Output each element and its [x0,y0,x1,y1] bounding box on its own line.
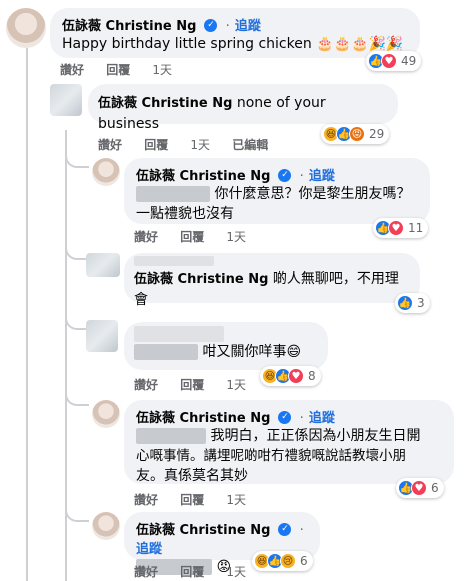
author-name[interactable]: 伍詠薇 Christine Ng [136,523,270,538]
reply-button[interactable]: 回覆 [180,565,204,579]
comment-actions: 讚好 回覆 1天 [134,376,264,393]
avatar[interactable] [50,84,82,116]
thread-connector [65,386,89,406]
avatar[interactable] [92,400,120,428]
comment-actions: 讚好 回覆 1天 [134,491,264,508]
reply-button[interactable]: 回覆 [144,138,168,152]
follow-button[interactable]: 追蹤 [136,542,162,557]
redacted-username [134,256,214,266]
reply-button[interactable]: 回覆 [106,63,130,77]
comment-actions: 讚好 回覆 1天 [60,61,190,78]
timestamp[interactable]: 1天 [226,565,246,579]
heart-icon: ♥ [411,480,427,496]
reaction-count: 29 [369,127,385,141]
comment-bubble: 伍詠薇 Christine Ng ✓ · 追蹤 Happy birthday l… [50,8,420,58]
reaction-count: 8 [308,369,316,383]
like-button[interactable]: 讚好 [134,565,158,579]
verified-badge-icon: ✓ [278,523,292,536]
verified-badge-icon: ✓ [204,19,218,32]
verified-badge-icon: ✓ [278,169,292,182]
follow-button[interactable]: 追蹤 [235,19,261,34]
comment-bubble: 伍詠薇 Christine Ng ✓ · 追蹤 你什麼意思？你是黎生朋友嗎？ 一… [124,158,430,224]
edited-label: 已編輯 [232,138,269,152]
reaction-summary[interactable]: 😆 👍 😡 29 [321,124,390,144]
follow-button[interactable]: 追蹤 [309,411,335,426]
follow-button[interactable]: 追蹤 [309,169,335,184]
author-name[interactable]: 伍詠薇 Christine Ng [134,272,268,287]
redacted-mention [136,428,206,444]
author-name[interactable]: 伍詠薇 Christine Ng [98,96,232,111]
thread-connector [65,502,89,522]
heart-icon: ♥ [288,368,304,384]
avatar[interactable] [92,512,120,540]
like-button[interactable]: 讚好 [134,230,158,244]
timestamp[interactable]: 1天 [226,378,246,392]
reply-button[interactable]: 回覆 [180,378,204,392]
comment-bubble: 伍詠薇 Christine Ng none of your business [88,84,398,132]
author-name[interactable]: 伍詠薇 Christine Ng [136,169,270,184]
comment-actions: 讚好 回覆 1天 [134,563,264,580]
comment-actions: 讚好 回覆 1天 已編輯 [98,136,286,153]
timestamp[interactable]: 1天 [190,138,210,152]
reaction-summary[interactable]: 👍 3 [395,293,430,313]
reply-button[interactable]: 回覆 [180,230,204,244]
timestamp[interactable]: 1天 [152,63,172,77]
comment-text-line: 你什麼意思？你是黎生朋友嗎？ [214,186,411,202]
thread-connector [65,146,89,168]
redacted-mention [136,186,210,202]
comment-text: Happy birthday little spring chicken 🎂🎂🎂… [62,36,404,52]
like-button[interactable]: 讚好 [134,493,158,507]
thread-line-main [26,48,28,581]
comment-bubble: 咁又關你咩事😄 [124,322,328,370]
comment-text-line: 心嘅事情。講埋呢啲咁冇禮貌嘅說話教壞小朋 [136,448,406,464]
avatar[interactable] [92,158,120,186]
reaction-summary[interactable]: 👍 ♥ 6 [396,478,444,498]
timestamp[interactable]: 1天 [226,493,246,507]
comment-bubble: 伍詠薇 Christine Ng 啲人無聊吧，不用理會 [124,253,420,308]
avatar[interactable] [86,320,118,352]
author-name[interactable]: 伍詠薇 Christine Ng [62,19,196,34]
reaction-count: 3 [417,296,425,310]
sad-face-icon: 😢 [280,553,296,569]
heart-icon: ♥ [381,53,397,69]
reply-button[interactable]: 回覆 [180,493,204,507]
like-button[interactable]: 讚好 [134,378,158,392]
author-name[interactable]: 伍詠薇 Christine Ng [136,411,270,426]
angry-face-icon: 😡 [349,126,365,142]
comment-actions: 讚好 回覆 1天 [134,228,264,245]
comment-text: 咁又關你咩事😄 [202,344,302,360]
reaction-summary[interactable]: 👍 ♥ 49 [366,51,422,71]
reaction-count: 6 [300,554,308,568]
thread-connector [26,70,52,94]
redacted-mention [134,344,198,360]
timestamp[interactable]: 1天 [226,230,246,244]
like-button[interactable]: 讚好 [98,138,122,152]
avatar[interactable] [86,253,120,277]
thumbs-up-icon: 👍 [397,295,413,311]
heart-icon: ♥ [388,220,404,236]
avatar[interactable] [6,8,46,48]
like-button[interactable]: 讚好 [60,63,84,77]
reaction-summary[interactable]: 😆 👍 ♥ 8 [260,366,321,386]
redacted-username [134,326,224,342]
reaction-summary[interactable]: 👍 ♥ 11 [373,218,429,238]
reaction-count: 6 [431,481,439,495]
comment-bubble: 伍詠薇 Christine Ng ✓ · 追蹤 我明白，正正係因為小朋友生日開 … [124,400,454,484]
reaction-count: 49 [401,54,417,68]
verified-badge-icon: ✓ [278,411,292,424]
comment-text-line: 我明白，正正係因為小朋友生日開 [210,428,421,444]
reaction-count: 11 [408,221,424,235]
